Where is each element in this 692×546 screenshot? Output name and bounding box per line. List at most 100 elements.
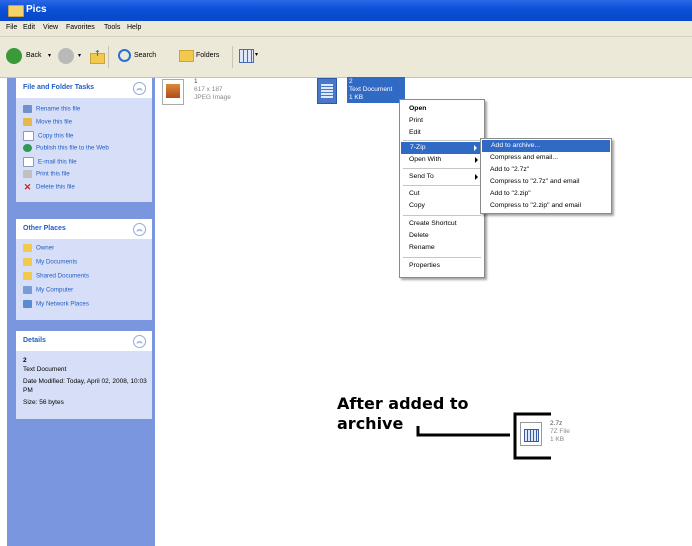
file-name: 1 [194, 78, 198, 85]
menu-item-delete[interactable]: Delete [400, 230, 484, 242]
up-folder-button[interactable]: ↑ [90, 49, 105, 64]
documents-folder-icon [23, 258, 32, 266]
network-icon [23, 300, 32, 308]
menu-item-properties[interactable]: Properties [400, 260, 484, 272]
menu-bar: File Edit View Favorites Tools Help [0, 21, 692, 37]
file-item[interactable]: 1 617 x 187 JPEG Image [162, 76, 242, 112]
jpeg-image-icon [162, 79, 184, 105]
menu-item-print[interactable]: Print [400, 115, 484, 127]
task-publish[interactable]: Publish this file to the Web [23, 144, 109, 155]
computer-icon [23, 286, 32, 294]
title-bar: Pics [0, 0, 692, 21]
folders-icon [179, 50, 194, 62]
submenu-compress-zip-email[interactable]: Compress to "2.zip" and email [481, 200, 611, 212]
printer-icon [23, 170, 32, 178]
menu-item-7zip[interactable]: 7-Zip [401, 142, 483, 154]
file-folder-tasks-panel: File and Folder Tasks ︽ Rename this file… [16, 78, 152, 202]
toolbar-divider [108, 46, 109, 68]
menu-edit[interactable]: Edit [23, 24, 35, 31]
text-document-icon [317, 78, 337, 104]
detail-file-type: Text Document [23, 366, 67, 373]
submenu-arrow-icon [475, 157, 478, 163]
menu-view[interactable]: View [43, 24, 58, 31]
menu-item-rename[interactable]: Rename [400, 242, 484, 254]
submenu-arrow-icon [475, 174, 478, 180]
views-button[interactable]: ▾ [238, 48, 262, 64]
menu-favorites[interactable]: Favorites [66, 24, 95, 31]
archive-file-item[interactable]: 2.7z 7Z File 1 KB [520, 420, 580, 454]
folder-icon [23, 244, 32, 252]
search-icon [118, 49, 131, 62]
window-title: Pics [26, 4, 47, 15]
file-item-selected[interactable]: 2 Text Document 1 KB [317, 76, 405, 108]
context-menu: Open Print Edit 7-Zip Open With Send To … [399, 99, 485, 278]
detail-size: Size: 56 bytes [23, 399, 64, 406]
file-name: 2 [349, 78, 353, 85]
menu-file[interactable]: File [6, 24, 17, 31]
forward-dropdown-icon[interactable]: ▾ [78, 52, 81, 59]
forward-button[interactable] [58, 48, 74, 64]
task-delete[interactable]: ✕ Delete this file [23, 183, 75, 194]
folder-icon [8, 5, 24, 17]
folders-label: Folders [196, 52, 220, 59]
arrow-line [416, 426, 510, 437]
back-arrow-icon [6, 48, 22, 64]
archive-size: 1 KB [550, 436, 565, 443]
detail-file-name: 2 [23, 357, 27, 364]
menu-help[interactable]: Help [127, 24, 141, 31]
menu-separator [403, 185, 481, 186]
menu-item-cut[interactable]: Cut [400, 188, 484, 200]
task-move[interactable]: Move this file [23, 118, 72, 129]
file-type: JPEG Image [194, 94, 231, 101]
back-label: Back [26, 52, 42, 59]
menu-separator [403, 215, 481, 216]
submenu-add-to-7z[interactable]: Add to "2.7z" [481, 164, 611, 176]
search-button[interactable]: Search [116, 46, 172, 66]
archive-type: 7Z File [550, 428, 570, 435]
envelope-icon [23, 157, 34, 167]
toolbar: Back ▾ ▾ ↑ Search Folders ▾ [0, 37, 692, 78]
folders-button[interactable]: Folders [177, 46, 229, 66]
panel-title: File and Folder Tasks [23, 84, 95, 91]
task-pane: File and Folder Tasks ︽ Rename this file… [7, 78, 155, 546]
details-header[interactable]: Details ︽ [16, 331, 152, 351]
other-places-header[interactable]: Other Places ︽ [16, 219, 152, 239]
place-my-computer[interactable]: My Computer [23, 286, 73, 297]
move-icon [23, 118, 32, 126]
menu-item-open-with[interactable]: Open With [400, 154, 484, 166]
menu-tools[interactable]: Tools [104, 24, 120, 31]
collapse-chevron-icon[interactable]: ︽ [133, 223, 146, 236]
submenu-add-to-archive[interactable]: Add to archive... [482, 140, 610, 152]
collapse-chevron-icon[interactable]: ︽ [133, 335, 146, 348]
menu-separator [403, 257, 481, 258]
place-network[interactable]: My Network Places [23, 300, 89, 311]
task-email[interactable]: E-mail this file [23, 157, 77, 168]
panel-title: Details [23, 337, 46, 344]
menu-item-create-shortcut[interactable]: Create Shortcut [400, 218, 484, 230]
collapse-chevron-icon[interactable]: ︽ [133, 82, 146, 95]
file-folder-tasks-header[interactable]: File and Folder Tasks ︽ [16, 78, 152, 98]
task-print[interactable]: Print this file [23, 170, 70, 181]
menu-item-edit[interactable]: Edit [400, 127, 484, 139]
place-owner[interactable]: Owner [23, 244, 54, 255]
file-type: Text Document [349, 86, 393, 93]
submenu-compress-7z-email[interactable]: Compress to "2.7z" and email [481, 176, 611, 188]
back-dropdown-icon[interactable]: ▾ [48, 52, 51, 59]
submenu-compress-email[interactable]: Compress and email... [481, 152, 611, 164]
place-shared-documents[interactable]: Shared Documents [23, 272, 89, 283]
detail-date-modified: Date Modified: Today, April 02, 2008, 10… [23, 378, 147, 394]
copy-icon [23, 131, 34, 141]
task-copy[interactable]: Copy this file [23, 131, 73, 142]
place-my-documents[interactable]: My Documents [23, 258, 77, 269]
other-places-panel: Other Places ︽ Owner My Documents Shared… [16, 219, 152, 320]
menu-item-copy[interactable]: Copy [400, 200, 484, 212]
shared-folder-icon [23, 272, 32, 280]
submenu-arrow-icon [474, 145, 477, 151]
file-dimensions: 617 x 187 [194, 86, 223, 93]
menu-item-send-to[interactable]: Send To [400, 171, 484, 183]
menu-separator [403, 140, 481, 141]
submenu-add-to-zip[interactable]: Add to "2.zip" [481, 188, 611, 200]
task-rename[interactable]: Rename this file [23, 105, 80, 116]
back-button[interactable]: Back ▾ [4, 46, 52, 66]
menu-item-open[interactable]: Open [400, 103, 484, 115]
